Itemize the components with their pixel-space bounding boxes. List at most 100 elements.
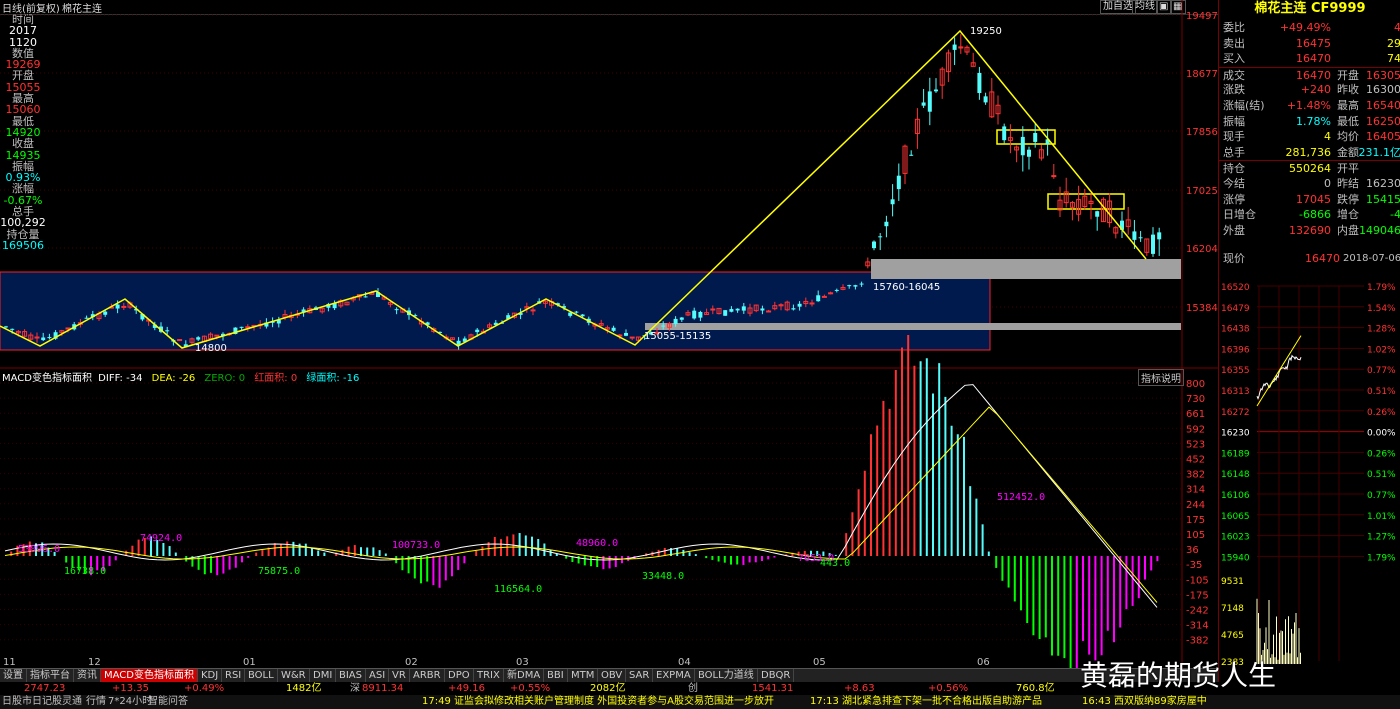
minute-chart[interactable]: 16520 1.79% 16479 1.54% 16438 1.28% 16396 1.02%… <box>1219 266 1400 668</box>
area-label: 33448.0 <box>642 571 684 582</box>
status-link[interactable]: 智能问答 <box>148 695 188 709</box>
candle-body <box>878 236 883 238</box>
macd-tick: -314 <box>1186 621 1209 632</box>
quote-cell: 外盘 <box>1223 223 1245 237</box>
indicator-tab[interactable]: BOLL <box>245 669 278 682</box>
range-low-label: 15055-15135 <box>644 331 711 342</box>
candle-body <box>530 309 536 312</box>
indicator-tab[interactable]: BIAS <box>336 669 366 682</box>
indicator-tab[interactable]: 指标平台 <box>27 669 74 682</box>
quote-cell: 跌停 <box>1337 192 1359 206</box>
indicator-tab-bar: 设置 指标平台 资讯 MACD变色指标面积 KDJ RSI BOLL W&R DMI BIAS AS… <box>0 668 1218 683</box>
status-link[interactable]: 行情 <box>86 695 106 709</box>
index-value: +13.35 <box>112 683 150 694</box>
candle-body <box>921 102 926 106</box>
minute-price-tick: 16520 <box>1221 283 1250 293</box>
quote-row: 买入 16470 74 <box>1219 51 1400 67</box>
quote-cell: 涨幅(结) <box>1223 99 1265 112</box>
candle-body <box>977 72 982 94</box>
macd-tick: 105 <box>1186 530 1205 541</box>
indicator-tab[interactable]: 新DMA <box>504 669 545 682</box>
indicator-tab[interactable]: MTM <box>568 669 599 682</box>
indicator-tab[interactable]: 资讯 <box>74 669 101 682</box>
price-tick: 16204 <box>1186 244 1218 255</box>
quote-cell: 29 <box>1387 36 1400 50</box>
macd-tick: 314 <box>1186 485 1205 496</box>
candle-body <box>760 308 765 311</box>
indicator-tab[interactable]: MACD变色指标面积 <box>101 669 198 682</box>
quote-row: 今结 0 昨结 16230 <box>1219 176 1400 192</box>
index-value: +0.56% <box>928 683 969 694</box>
quote-cell: 今结 <box>1223 177 1245 190</box>
index-value: 8911.34 <box>362 683 404 694</box>
indicator-tab[interactable]: VR <box>389 669 410 682</box>
indicator-tab[interactable]: RSI <box>222 669 246 682</box>
status-link[interactable]: 7*24小时 <box>108 695 152 709</box>
peak-label: 19250 <box>970 26 1002 37</box>
quote-cell: +240 <box>1300 83 1331 97</box>
indicator-help-button[interactable]: 指标说明 <box>1138 369 1184 386</box>
indicator-tab[interactable]: SAR <box>626 669 654 682</box>
candle-body <box>673 318 678 324</box>
candle-body <box>1157 232 1162 240</box>
candle-body <box>1138 237 1143 239</box>
quote-cell: 16405 <box>1366 130 1400 144</box>
quote-row: 现手 4 均价 16405 <box>1219 129 1400 145</box>
quote-cell: 16470 <box>1296 68 1331 82</box>
minute-price-tick: 16230 <box>1221 429 1250 439</box>
area-label: 443.0 <box>820 558 850 569</box>
quote-cell: +49.49% <box>1279 21 1331 34</box>
minute-volume-tick: 7148 <box>1221 604 1244 614</box>
quote-cell: -6866 <box>1299 208 1331 222</box>
candle-body <box>983 96 988 103</box>
range-high-label: 15760-16045 <box>873 282 940 293</box>
zero-value: ZERO: 0 <box>204 373 246 384</box>
quote-row: 外盘 132690 内盘 149046 <box>1219 223 1400 239</box>
indicator-tab[interactable]: OBV <box>598 669 627 682</box>
news-item[interactable]: 17:13 湖北紧急排查下架一批不合格出版自助游产品 <box>810 695 1042 709</box>
indicator-tab[interactable]: BBI <box>544 669 568 682</box>
minute-pct-tick: 0.77% <box>1367 366 1396 376</box>
indicator-tab[interactable]: KDJ <box>198 669 223 682</box>
area-label: 48960.0 <box>576 538 618 549</box>
index-value: 1482亿 <box>286 683 322 694</box>
indicator-tab[interactable]: DBQR <box>758 669 795 682</box>
candle-body <box>828 292 834 295</box>
status-link[interactable]: 股灵通 <box>52 695 82 709</box>
quote-cell: 4 <box>1324 130 1331 144</box>
macd-title: MACD变色指标面积 <box>2 373 92 384</box>
candle-body <box>797 303 802 307</box>
date-tick: 04 <box>678 657 691 668</box>
status-link[interactable]: 股市日记 <box>12 695 52 709</box>
candle-body <box>41 337 46 341</box>
candle-body <box>103 311 108 315</box>
indicator-tab[interactable]: BOLL力道线 <box>695 669 758 682</box>
candle-body <box>909 154 914 156</box>
minute-price-tick: 16148 <box>1221 470 1250 480</box>
indicator-tab[interactable]: DMI <box>310 669 337 682</box>
indicator-tab[interactable]: 设置 <box>0 669 27 682</box>
quote-cell: 开平 <box>1337 162 1359 176</box>
minute-price-tick: 16189 <box>1221 449 1250 459</box>
indicator-tab[interactable]: TRIX <box>474 669 504 682</box>
candle-body <box>1132 231 1137 240</box>
news-item[interactable]: 16:43 西双版纳89家房屋中 <box>1082 695 1207 709</box>
quote-row: 委比 +49.49% 4 <box>1219 20 1400 36</box>
candle-body <box>115 304 120 309</box>
indicator-tab[interactable]: EXPMA <box>653 669 695 682</box>
status-link[interactable]: 日 <box>2 695 12 709</box>
candle-body <box>853 285 858 287</box>
news-item[interactable]: 17:49 证监会拟修改相关账户管理制度 外国投资者参与A股交易范围进一步放开 <box>422 695 774 709</box>
indicator-tab[interactable]: ASI <box>366 669 390 682</box>
area-label: 512452.0 <box>997 492 1045 503</box>
minute-price-tick: 16396 <box>1221 345 1250 355</box>
candle-body <box>927 91 932 112</box>
candle-body <box>1151 234 1155 254</box>
indicator-tab[interactable]: DPO <box>445 669 474 682</box>
minute-volume-tick: 9531 <box>1221 577 1244 587</box>
indicator-tab[interactable]: ARBR <box>410 669 445 682</box>
candle-body <box>859 283 864 285</box>
candlestick-chart[interactable]: 19497 18677 17856 17025 16204 15384 19250 148… <box>0 0 1218 368</box>
quote-cell: 开盘 <box>1337 68 1359 82</box>
indicator-tab[interactable]: W&R <box>278 669 310 682</box>
